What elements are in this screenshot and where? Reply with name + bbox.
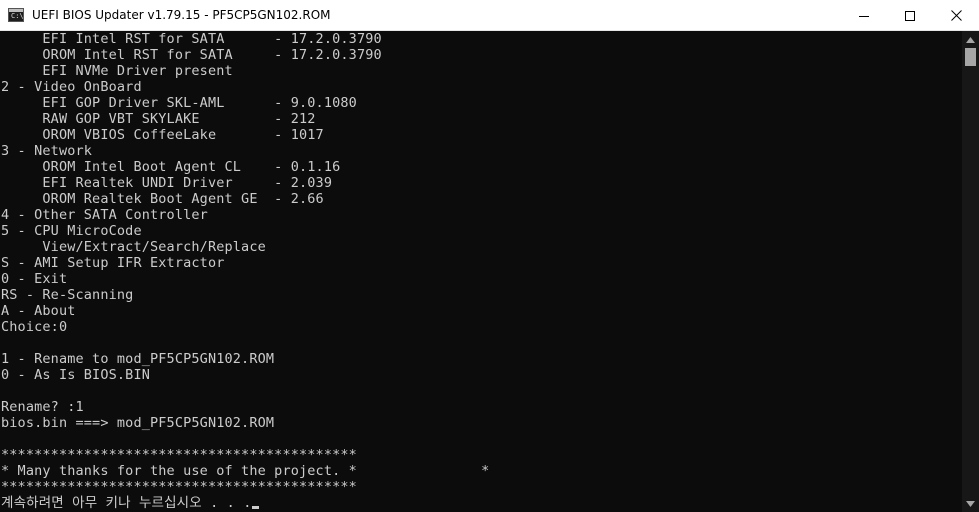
minimize-icon bbox=[859, 15, 869, 17]
maximize-icon bbox=[905, 10, 915, 21]
console-line: EFI Intel RST for SATA - 17.2.0.3790 bbox=[1, 31, 382, 47]
console-line: A - About bbox=[1, 303, 76, 319]
console-line: S - AMI Setup IFR Extractor bbox=[1, 255, 225, 271]
scrollbar-thumb[interactable] bbox=[965, 48, 976, 66]
console-line: Choice:0 bbox=[1, 319, 68, 335]
console-line: EFI NVMe Driver present bbox=[1, 63, 233, 79]
scroll-up-button[interactable] bbox=[962, 31, 979, 48]
close-button[interactable] bbox=[933, 0, 979, 31]
scroll-down-button[interactable] bbox=[962, 495, 979, 512]
console-line: OROM Intel Boot Agent CL - 0.1.16 bbox=[1, 159, 341, 175]
console-line: 4 - Other SATA Controller bbox=[1, 207, 208, 223]
continue-prompt: 계속하려면 아무 키나 누르십시오 . . . bbox=[1, 495, 252, 511]
console-line: 1 - Rename to mod_PF5CP5GN102.ROM bbox=[1, 351, 275, 367]
console-lines: EFI Intel RST for SATA - 17.2.0.3790 ORO… bbox=[1, 31, 489, 511]
console-app-icon: C:\ bbox=[8, 8, 24, 22]
console-line: View/Extract/Search/Replace bbox=[1, 239, 266, 255]
console-line: Rename? :1 bbox=[1, 399, 84, 415]
console-window: C:\ UEFI BIOS Updater v1.79.15 - PF5CP5G… bbox=[0, 0, 979, 512]
console-line: RAW GOP VBT SKYLAKE - 212 bbox=[1, 111, 316, 127]
minimize-button[interactable] bbox=[841, 0, 887, 31]
console-line: EFI GOP Driver SKL-AML - 9.0.1080 bbox=[1, 95, 357, 111]
console-prompt-line: 계속하려면 아무 키나 누르십시오 . . . bbox=[1, 495, 489, 511]
window-title: UEFI BIOS Updater v1.79.15 - PF5CP5GN102… bbox=[32, 8, 331, 22]
arrow-up-icon bbox=[966, 36, 975, 43]
console-line: EFI Realtek UNDI Driver - 2.039 bbox=[1, 175, 333, 191]
console-line: OROM VBIOS CoffeeLake - 1017 bbox=[1, 127, 324, 143]
vertical-scrollbar[interactable] bbox=[962, 31, 979, 512]
window-controls bbox=[841, 0, 979, 31]
console-line: * Many thanks for the use of the project… bbox=[1, 463, 490, 479]
arrow-down-icon bbox=[966, 500, 975, 507]
title-bar[interactable]: C:\ UEFI BIOS Updater v1.79.15 - PF5CP5G… bbox=[0, 0, 979, 31]
console-line: 2 - Video OnBoard bbox=[1, 79, 142, 95]
console-line: ****************************************… bbox=[1, 479, 357, 495]
console-line: ****************************************… bbox=[1, 447, 357, 463]
console-line: OROM Intel RST for SATA - 17.2.0.3790 bbox=[1, 47, 382, 63]
console-line: 3 - Network bbox=[1, 143, 93, 159]
close-icon bbox=[950, 10, 962, 21]
console-output[interactable]: EFI Intel RST for SATA - 17.2.0.3790 ORO… bbox=[0, 31, 962, 512]
maximize-button[interactable] bbox=[887, 0, 933, 31]
console-line: OROM Realtek Boot Agent GE - 2.66 bbox=[1, 191, 324, 207]
text-cursor bbox=[252, 506, 260, 509]
console-line: 5 - CPU MicroCode bbox=[1, 223, 142, 239]
console-line: RS - Re-Scanning bbox=[1, 287, 134, 303]
console-line: 0 - Exit bbox=[1, 271, 68, 287]
console-line: bios.bin ===> mod_PF5CP5GN102.ROM bbox=[1, 415, 275, 431]
console-line: 0 - As Is BIOS.BIN bbox=[1, 367, 150, 383]
